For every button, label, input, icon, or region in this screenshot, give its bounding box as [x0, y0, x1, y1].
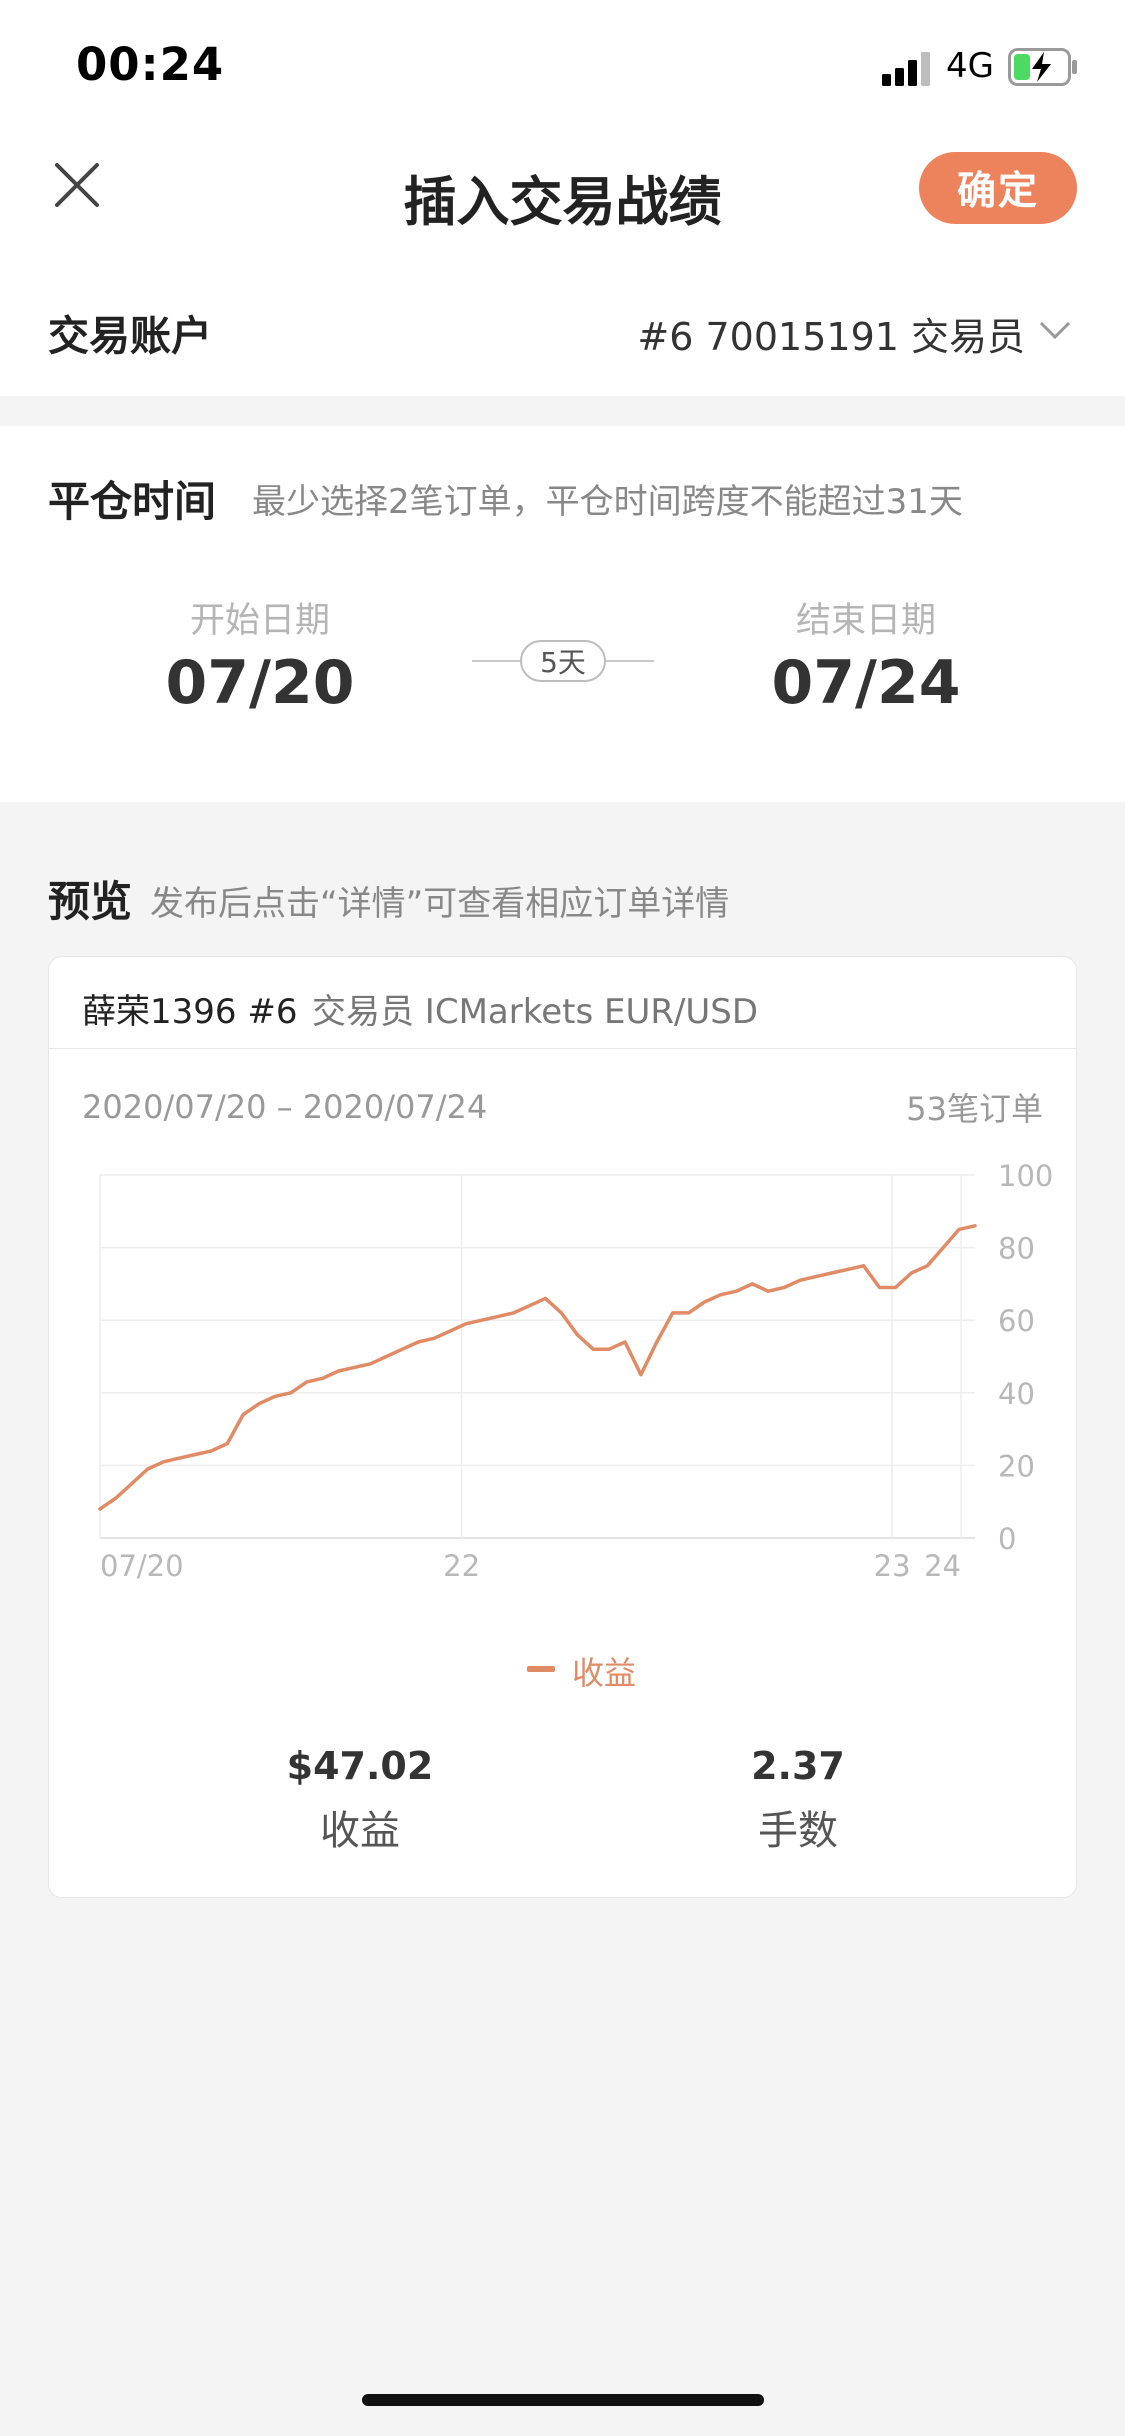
x-tick-label: 24 — [924, 1549, 961, 1583]
x-tick-label: 23 — [874, 1549, 911, 1583]
trader-meta: 交易员 ICMarkets EUR/USD — [312, 992, 759, 1032]
y-tick-label: 20 — [998, 1449, 1035, 1483]
y-tick-label: 40 — [998, 1377, 1035, 1411]
start-date-label: 开始日期 — [189, 601, 330, 641]
profit-label: 收益 — [320, 1808, 400, 1854]
account-selector[interactable]: #6 70015191 交易员 — [637, 306, 1025, 361]
series-line-profit — [98, 1224, 977, 1511]
x-tick-label: 07/20 — [100, 1549, 184, 1583]
legend-swatch — [527, 1666, 555, 1672]
close-time-title: 平仓时间 — [48, 477, 217, 526]
close-time-hint: 最少选择2笔订单，平仓时间跨度不能超过31天 — [252, 482, 963, 522]
card-divider — [48, 1048, 1077, 1049]
legend-label: 收益 — [572, 1654, 637, 1692]
profit-value: $47.02 — [286, 1744, 434, 1788]
profit-line-chart: 0 20 40 60 80 100 07/20 22 23 24 — [98, 1159, 1053, 1583]
preview-hint: 发布后点击“详情”可查看相应订单详情 — [150, 884, 730, 924]
status-time: 00:24 — [76, 38, 225, 91]
end-date-picker[interactable]: 07/24 — [736, 648, 996, 718]
y-tick-label: 80 — [998, 1232, 1035, 1266]
preview-title: 预览 — [48, 877, 133, 926]
x-tick-label: 22 — [443, 1549, 480, 1583]
signal-icon — [882, 52, 930, 86]
confirm-button[interactable]: 确定 — [919, 152, 1077, 224]
start-date-picker[interactable]: 07/20 — [130, 648, 390, 718]
network-label: 4G — [946, 46, 994, 86]
order-count: 53笔订单 — [906, 1090, 1043, 1128]
trader-name: 薛荣1396 #6 — [82, 992, 298, 1032]
y-tick-label: 0 — [998, 1522, 1016, 1556]
chevron-down-icon[interactable] — [1038, 318, 1072, 342]
y-tick-label: 60 — [998, 1304, 1035, 1338]
span-badge: 5天 — [520, 640, 606, 682]
account-label: 交易账户 — [48, 312, 212, 360]
lots-label: 手数 — [758, 1808, 838, 1854]
lots-value: 2.37 — [751, 1744, 845, 1788]
date-range: 2020/07/20 – 2020/07/24 — [82, 1088, 488, 1126]
home-indicator — [362, 2394, 764, 2406]
battery-charging-icon — [1008, 48, 1077, 86]
y-tick-label: 100 — [998, 1159, 1053, 1193]
end-date-label: 结束日期 — [795, 601, 936, 641]
